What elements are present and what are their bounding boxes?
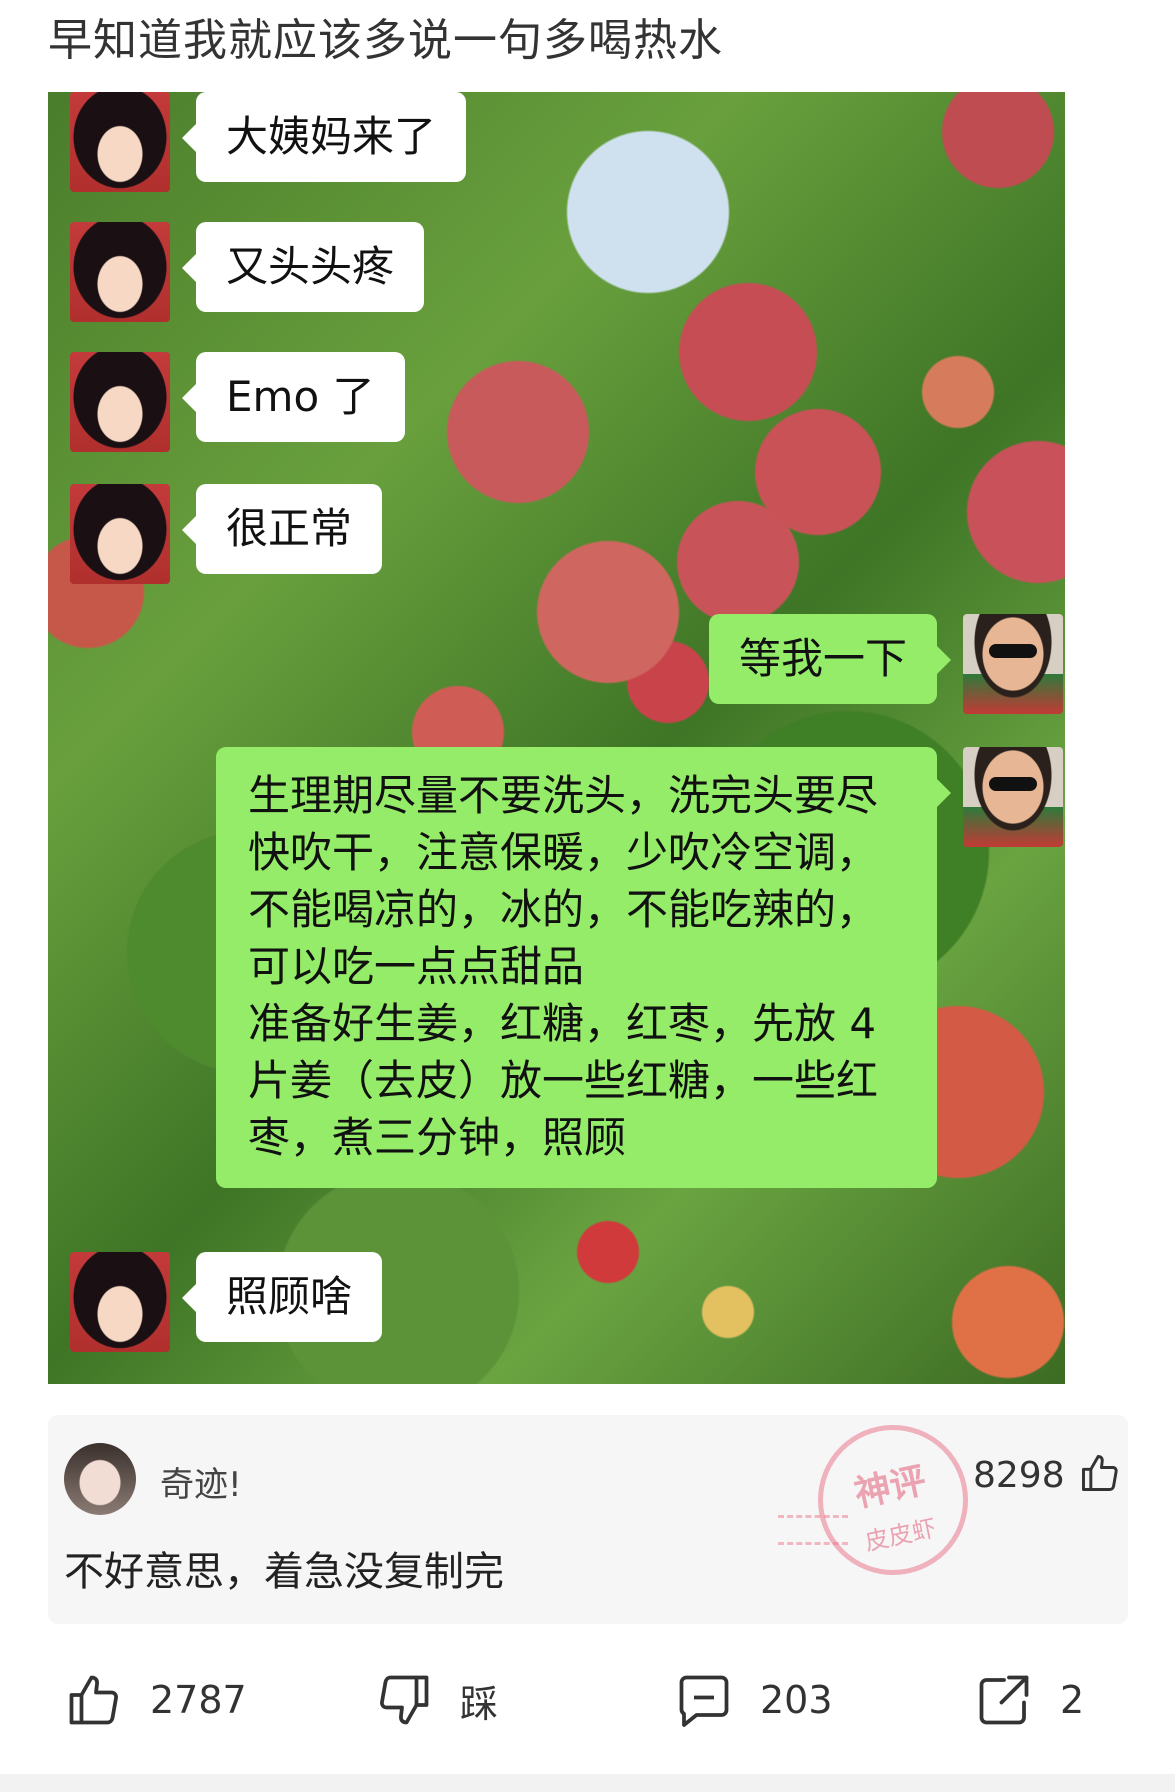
dislike-button[interactable]: 踩 — [374, 1660, 498, 1740]
god-comment-stamp: 神评 皮皮虾 — [804, 1411, 982, 1589]
girl-avatar — [70, 484, 170, 584]
like-count: 2787 — [150, 1678, 247, 1722]
comment-icon — [679, 1675, 729, 1727]
like-button[interactable]: 2787 — [64, 1660, 247, 1740]
bottom-divider — [0, 1774, 1175, 1792]
share-count: 2 — [1060, 1678, 1085, 1722]
commenter-avatar[interactable] — [64, 1443, 136, 1515]
chat-bubble: 很正常 — [181, 484, 383, 574]
commenter-name[interactable]: 奇迹! — [160, 1457, 242, 1506]
comment-text: 不好意思，着急没复制完 — [64, 1549, 504, 1595]
chat-line: 可以吃一点点甜品 — [248, 942, 585, 991]
girl-avatar — [70, 92, 170, 192]
chat-message-left: 又头头疼 — [70, 222, 425, 322]
chat-message-right: 生理期尽量不要洗头，洗完头要尽 快吹干，注意保暖，少吹冷空调， 不能喝凉的，冰的… — [216, 747, 1063, 1188]
comment-button[interactable]: 203 — [674, 1660, 833, 1740]
chat-line: 不能喝凉的，冰的，不能吃辣的， — [248, 885, 879, 934]
chat-line: 枣，煮三分钟，照顾 — [248, 1113, 627, 1162]
comment-like-count: 8298 — [973, 1455, 1065, 1496]
chat-bubble: Emo 了 — [182, 352, 405, 442]
chat-bubble: 大姨妈来了 — [181, 92, 467, 182]
share-icon — [979, 1675, 1029, 1725]
thumbs-up-icon[interactable] — [1078, 1451, 1122, 1495]
chat-line: 准备好生姜，红糖，红枣，先放 4 — [248, 999, 877, 1048]
chat-screenshot-image[interactable]: 大姨妈来了 又头头疼 Emo 了 很正常 等我一下 生理期尽量不要洗头，洗完头要… — [48, 92, 1065, 1384]
girl-avatar — [70, 1252, 170, 1352]
girl-avatar — [70, 222, 170, 322]
girl-avatar — [70, 352, 170, 452]
boy-avatar — [963, 747, 1063, 847]
chat-bubble: 又头头疼 — [181, 222, 425, 312]
comment-count: 203 — [760, 1678, 833, 1722]
chat-line: 快吹干，注意保暖，少吹冷空调， — [248, 828, 879, 877]
boy-avatar — [963, 614, 1063, 714]
post-title: 早知道我就应该多说一句多喝热水 — [48, 15, 723, 66]
chat-bubble: 照顾啥 — [181, 1252, 383, 1342]
thumbs-down-icon — [380, 1675, 429, 1725]
chat-bubble: 等我一下 — [708, 614, 952, 704]
chat-message-left: 大姨妈来了 — [70, 92, 467, 192]
chat-bubble-long: 生理期尽量不要洗头，洗完头要尽 快吹干，注意保暖，少吹冷空调， 不能喝凉的，冰的… — [216, 747, 951, 1188]
share-button[interactable]: 2 — [974, 1660, 1084, 1740]
chat-message-left: Emo 了 — [70, 352, 405, 452]
chat-message-left: 照顾啥 — [70, 1252, 383, 1352]
thumbs-up-icon — [69, 1675, 118, 1725]
dislike-label: 踩 — [460, 1681, 499, 1726]
chat-message-right: 等我一下 — [708, 614, 1063, 714]
top-comment[interactable]: 奇迹! 不好意思，着急没复制完 神评 皮皮虾 8298 — [48, 1411, 1128, 1624]
post-action-bar: 2787 踩 203 2 — [0, 1660, 1175, 1740]
chat-line: 片姜（去皮）放一些红糖，一些红 — [248, 1056, 879, 1105]
chat-line: 生理期尽量不要洗头，洗完头要尽 — [248, 771, 879, 820]
chat-message-left: 很正常 — [70, 484, 383, 584]
